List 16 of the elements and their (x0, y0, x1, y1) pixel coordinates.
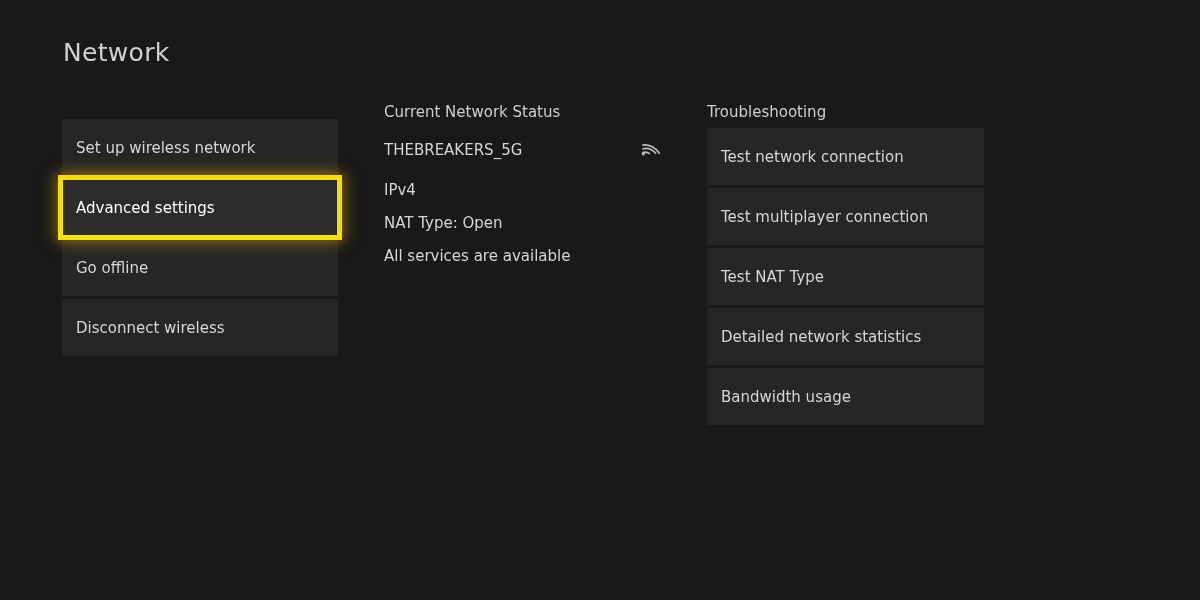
status-text: All services are available (384, 245, 572, 267)
status-text: IPv4 (384, 179, 417, 201)
network-name: THEBREAKERS_5G (384, 141, 523, 159)
section-heading: Troubleshooting (707, 103, 828, 123)
troubleshooting-item[interactable]: Detailed network statistics (707, 308, 984, 365)
status-text: NAT Type: Open (384, 212, 504, 234)
troubleshooting-item[interactable]: Bandwidth usage (707, 368, 984, 425)
troubleshooting-item[interactable]: Test NAT Type (707, 248, 984, 305)
wifi-signal-icon (641, 144, 661, 156)
menu-item[interactable]: Disconnect wireless (62, 299, 338, 356)
section-heading: Current Network Status (384, 103, 562, 123)
menu-item[interactable]: Go offline (62, 239, 338, 296)
troubleshooting-item[interactable]: Test multiplayer connection (707, 188, 984, 245)
troubleshooting-item[interactable]: Test network connection (707, 128, 984, 185)
menu-item[interactable]: Set up wireless network (62, 119, 338, 176)
page-title: Network (63, 38, 171, 67)
